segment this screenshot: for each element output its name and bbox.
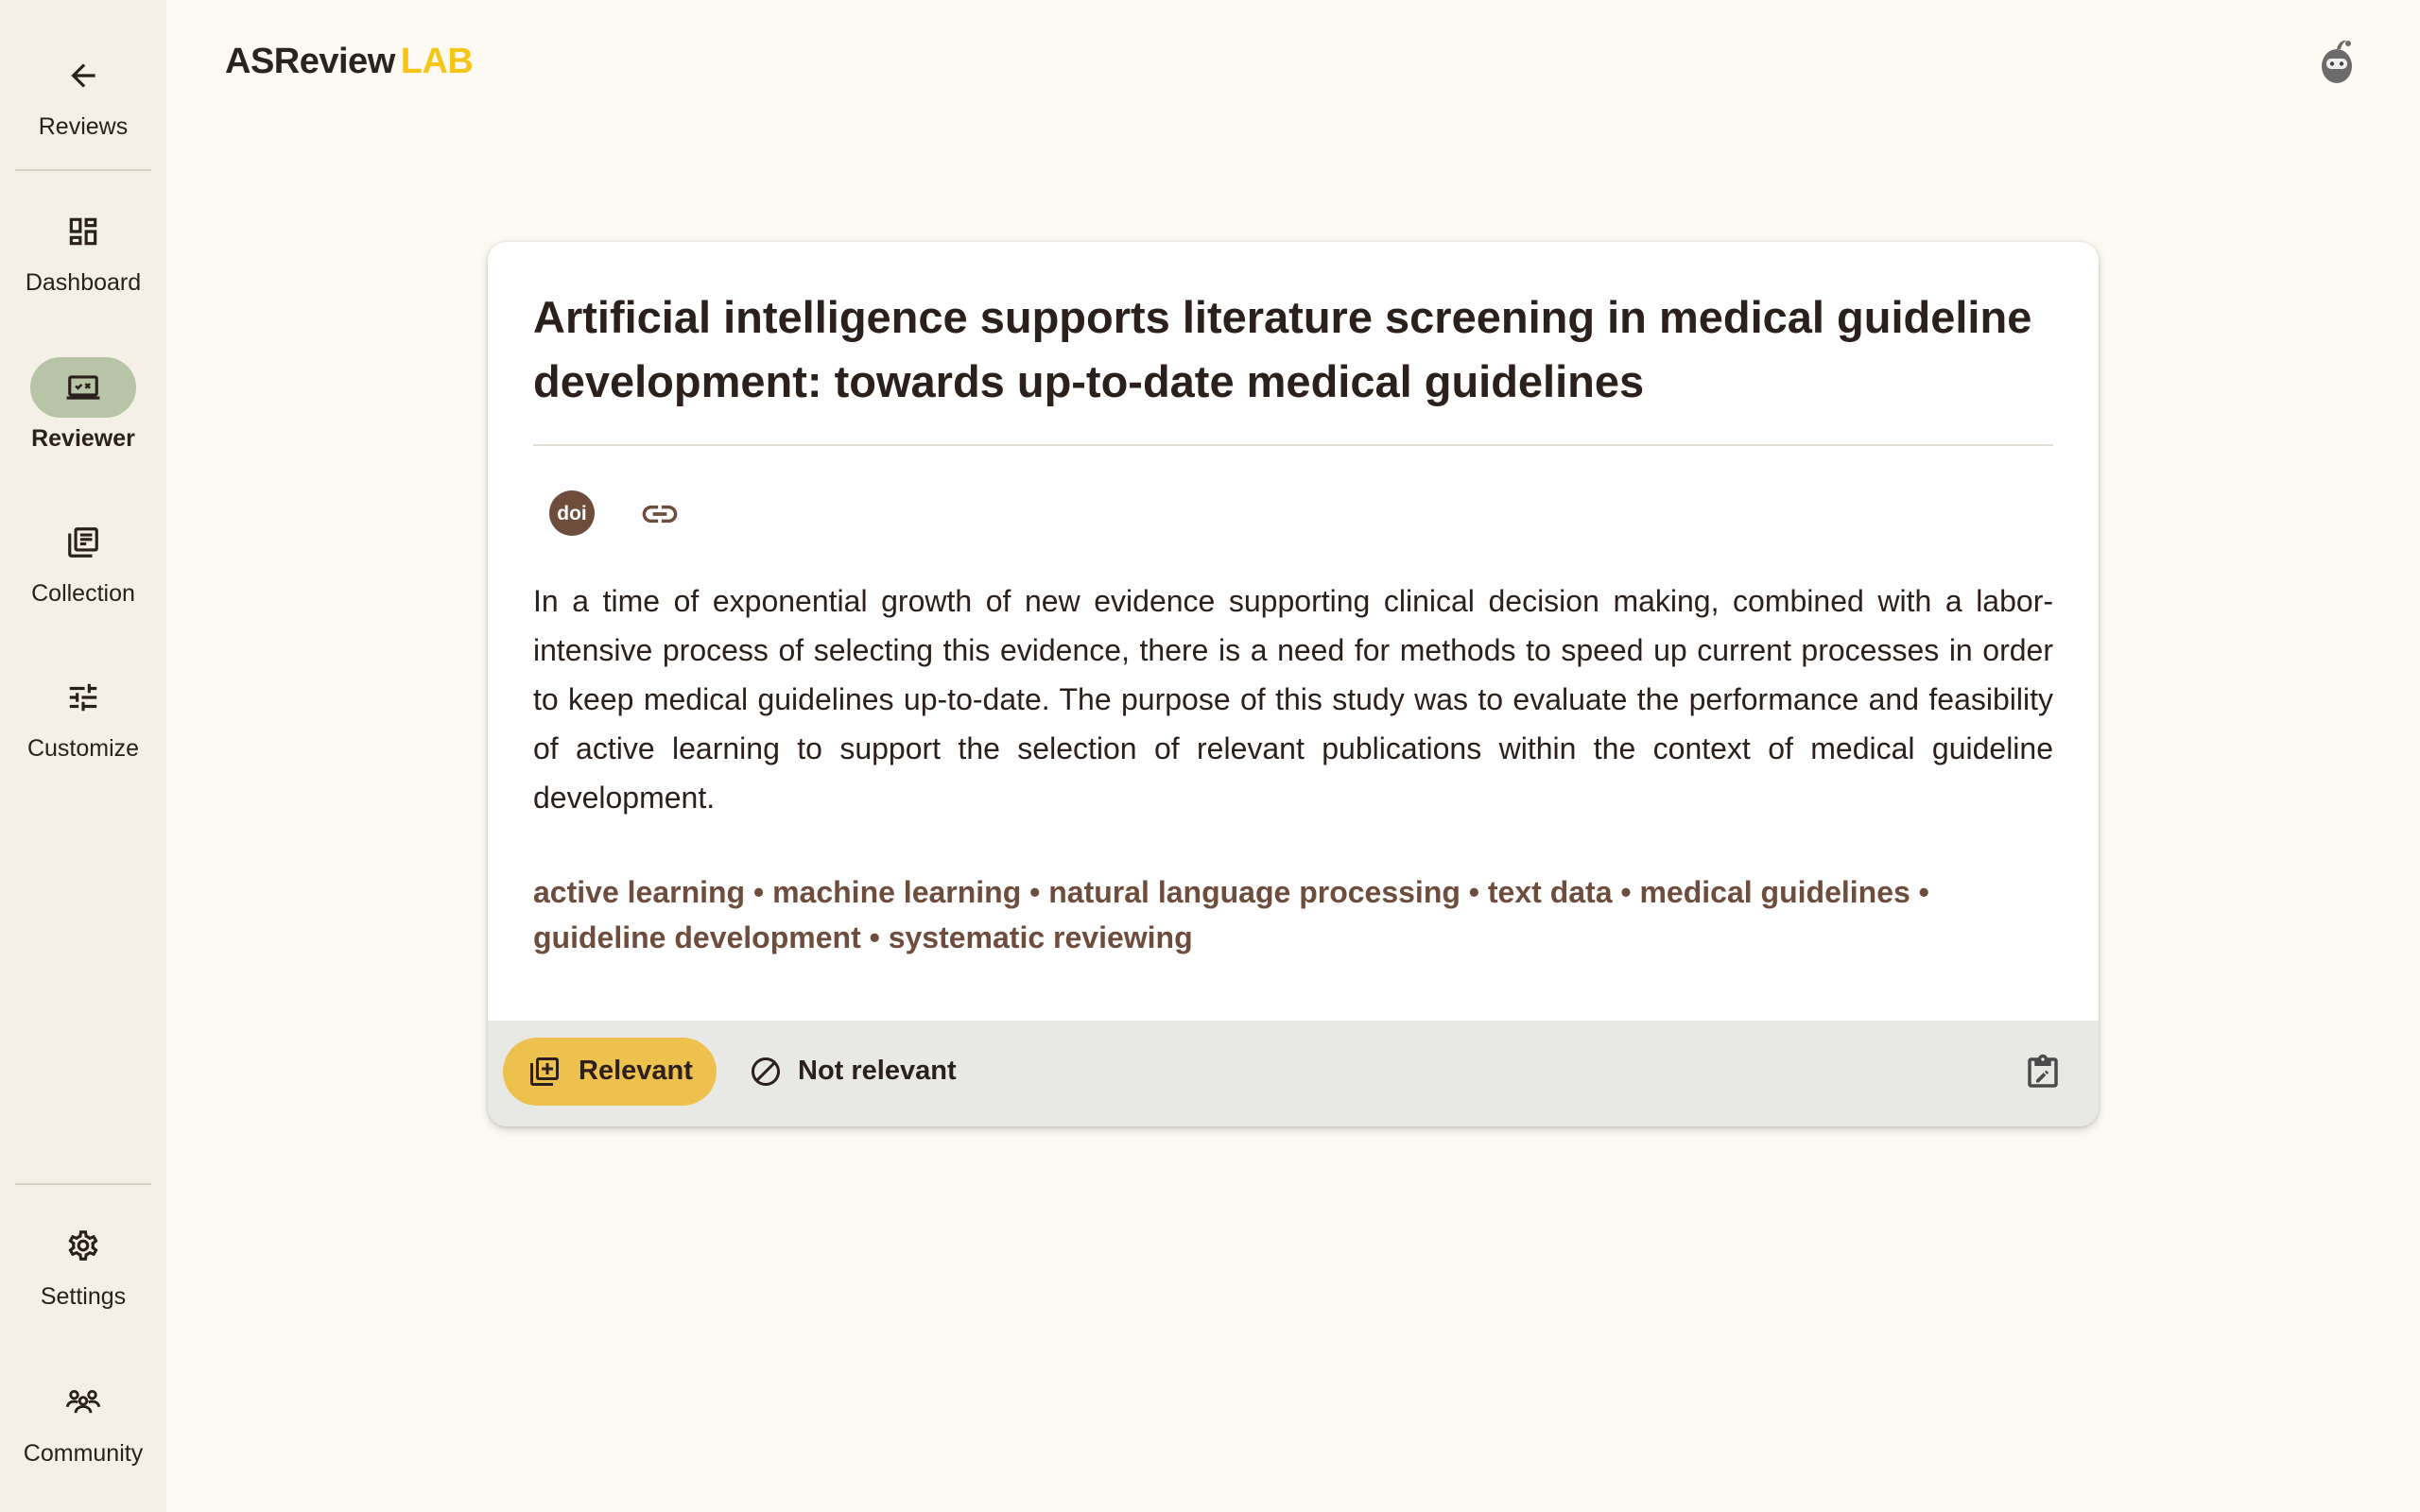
keyword: systematic reviewing [888,920,1193,954]
nav-collection-label: Collection [31,580,135,607]
keyword-list: active learning • machine learning • nat… [533,875,1929,954]
brand-name: ASReview [225,42,395,81]
keyword: guideline development [533,920,861,954]
doi-icon[interactable]: doi [548,490,596,537]
nav-settings-label: Settings [40,1283,127,1310]
keyword: medical guidelines [1639,875,1910,909]
add-library-icon [530,1057,559,1086]
relevant-button[interactable]: Relevant [503,1038,717,1106]
record-abstract: In a time of exponential growth of new e… [533,584,2053,815]
profile-avatar-icon[interactable] [2316,36,2358,85]
record-title: Artificial intelligence supports literat… [533,292,2032,406]
nav-customize-label: Customize [26,735,140,762]
nav-settings[interactable]: Settings [0,1215,166,1311]
not-relevant-label: Not relevant [798,1056,957,1086]
rail-divider-top [15,169,151,171]
nav-reviewer[interactable]: Reviewer [0,357,166,453]
nav-dashboard[interactable]: Dashboard [0,201,166,297]
edit-note-icon[interactable] [2023,1053,2063,1092]
tune-icon [30,667,136,728]
nav-community[interactable]: Community [0,1372,166,1468]
gear-icon [30,1215,136,1276]
nav-customize[interactable]: Customize [0,667,166,763]
nav-dashboard-label: Dashboard [25,269,142,296]
nav-reviewer-label: Reviewer [31,425,135,452]
nav-reviews[interactable]: Reviews [0,45,166,141]
nav-reviews-label: Reviews [38,113,129,140]
arrow-back-icon [30,45,136,106]
svg-text:doi: doi [557,503,587,524]
community-icon [30,1372,136,1433]
rail-divider-bottom [15,1183,151,1185]
title-divider [533,444,2053,446]
keyword: active learning [533,875,746,909]
decision-toolbar: Relevant Not relevant [488,1021,2099,1126]
block-icon [752,1057,780,1086]
brand-suffix: LAB [400,42,474,81]
reviewer-icon [30,357,136,418]
keyword: natural language processing [1048,875,1461,909]
nav-community-label: Community [23,1440,144,1467]
record-card: Artificial intelligence supports literat… [488,242,2099,1126]
library-icon [30,512,136,573]
navigation-rail: Reviews Dashboard Reviewer Collection Cu… [0,0,166,1512]
link-icon[interactable] [639,493,681,535]
not-relevant-button[interactable]: Not relevant [730,1038,966,1106]
nav-collection[interactable]: Collection [0,512,166,608]
keyword: text data [1487,875,1613,909]
relevant-label: Relevant [579,1056,693,1086]
keyword: machine learning [772,875,1022,909]
app-logo: ASReview LAB [225,42,474,82]
dashboard-icon [30,201,136,262]
